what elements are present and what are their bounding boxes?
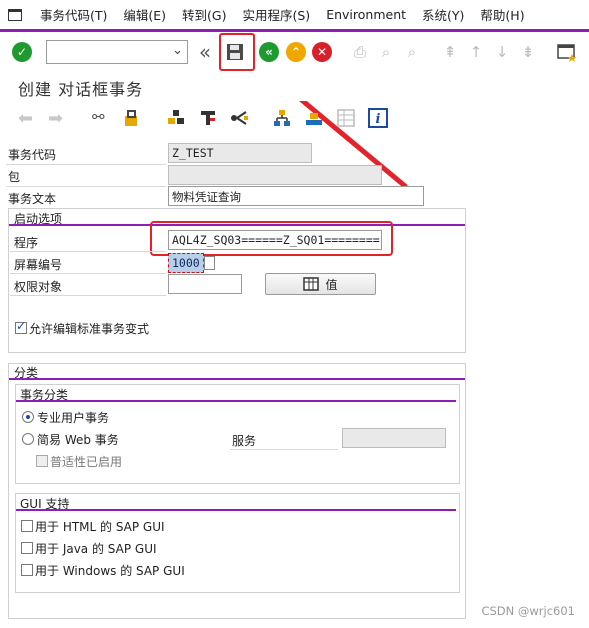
allow-variant-checkbox[interactable] (15, 319, 27, 334)
pervasive-checkbox[interactable] (36, 455, 48, 467)
professional-user-radio[interactable] (22, 411, 34, 423)
new-session-button[interactable] (556, 39, 578, 65)
values-button[interactable]: 值 (265, 273, 376, 295)
program-label: 程序 (14, 236, 39, 250)
screen-number-label: 屏幕编号 (14, 258, 63, 272)
back-double-chevron-icon[interactable]: « (194, 39, 216, 65)
gui-windows-label: 用于 Windows 的 SAP GUI (35, 564, 185, 578)
group-separator (9, 378, 465, 380)
menu-bar: 事务代码(T) 编辑(E) 转到(G) 实用程序(S) Environment … (0, 0, 589, 32)
tcode-label: 事务代码 (8, 148, 57, 162)
menu-help[interactable]: 帮助(H) (472, 5, 532, 24)
group-separator (16, 509, 456, 511)
screen-number-field[interactable]: 1000 (168, 253, 204, 273)
gui-html-label: 用于 HTML 的 SAP GUI (35, 520, 165, 534)
title-area: 创建 对话框事务 (0, 71, 589, 101)
easy-web-label: 简易 Web 事务 (37, 433, 119, 447)
next-page-icon[interactable]: ↓ (492, 39, 512, 65)
back-icon: « (259, 42, 279, 62)
menu-edit[interactable]: 编辑(E) (115, 5, 174, 24)
command-field[interactable]: ⌄ (46, 40, 188, 64)
easy-web-radio[interactable] (22, 433, 34, 445)
gui-java-label: 用于 Java 的 SAP GUI (35, 542, 157, 556)
package-label: 包 (8, 170, 21, 184)
application-toolbar: ⬅ ➡ ⚯ i (0, 103, 589, 133)
auth-object-label: 权限对象 (14, 280, 63, 294)
new-session-icon (557, 44, 577, 62)
divider (10, 295, 166, 296)
first-page-icon[interactable]: ⇞ (440, 39, 460, 65)
enter-button[interactable]: ✓ (12, 39, 32, 65)
service-label: 服务 (232, 434, 257, 448)
tcode-field: Z_TEST (168, 143, 312, 163)
service-field (342, 428, 446, 448)
professional-user-label: 专业用户事务 (37, 411, 110, 425)
hierarchy-icon[interactable] (272, 108, 292, 128)
divider (6, 164, 166, 165)
program-highlight-box (150, 221, 393, 256)
divider (10, 273, 166, 274)
arrow-right-icon[interactable]: ➡ (48, 108, 68, 129)
tx-text-field[interactable]: 物料凭证查询 (168, 186, 424, 206)
gui-windows-checkbox[interactable] (21, 564, 33, 576)
menu-environment[interactable]: Environment (318, 7, 414, 22)
divider (230, 449, 338, 450)
tx-text-label: 事务文本 (8, 192, 57, 206)
arrow-left-icon[interactable]: ⬅ (18, 108, 38, 129)
exit-icon: ⌃ (286, 42, 306, 62)
navigation-icon[interactable] (230, 108, 250, 128)
cancel-icon: ✕ (312, 42, 332, 62)
menu-transaction[interactable]: 事务代码(T) (32, 5, 115, 24)
group-separator (16, 400, 456, 402)
enter-icon: ✓ (12, 42, 32, 62)
svg-text:i: i (376, 112, 381, 127)
gui-java-checkbox[interactable] (21, 542, 33, 554)
last-page-icon[interactable]: ⇟ (518, 39, 538, 65)
watermark: CSDN @wrjc601 (481, 604, 575, 618)
info-icon[interactable]: i (368, 108, 388, 128)
divider (6, 186, 166, 187)
window-menu-icon[interactable] (8, 8, 22, 21)
layout-icon[interactable] (336, 108, 356, 128)
menu-goto[interactable]: 转到(G) (174, 5, 234, 24)
gui-html-checkbox[interactable] (21, 520, 33, 532)
pervasive-label: 普适性已启用 (50, 455, 123, 469)
package-field[interactable] (168, 165, 382, 185)
transport-icon[interactable] (304, 108, 324, 128)
table-icon (303, 277, 320, 291)
menu-system[interactable]: 系统(Y) (414, 5, 472, 24)
chevron-down-icon[interactable]: ⌄ (172, 43, 183, 58)
display-change-icon[interactable]: ⚯ (92, 108, 112, 128)
page-title: 创建 对话框事务 (18, 80, 144, 99)
auth-object-field[interactable] (168, 274, 242, 294)
object-list-icon[interactable] (198, 108, 218, 128)
menu-utilities[interactable]: 实用程序(S) (235, 5, 319, 24)
allow-variant-label: 允许编辑标准事务变式 (29, 322, 150, 336)
check-object-icon[interactable] (122, 108, 142, 128)
previous-page-icon[interactable]: ↑ (466, 39, 486, 65)
value-help-icon[interactable] (204, 256, 215, 270)
where-used-icon[interactable] (166, 108, 186, 128)
divider (10, 251, 166, 252)
values-button-label: 值 (325, 277, 338, 292)
